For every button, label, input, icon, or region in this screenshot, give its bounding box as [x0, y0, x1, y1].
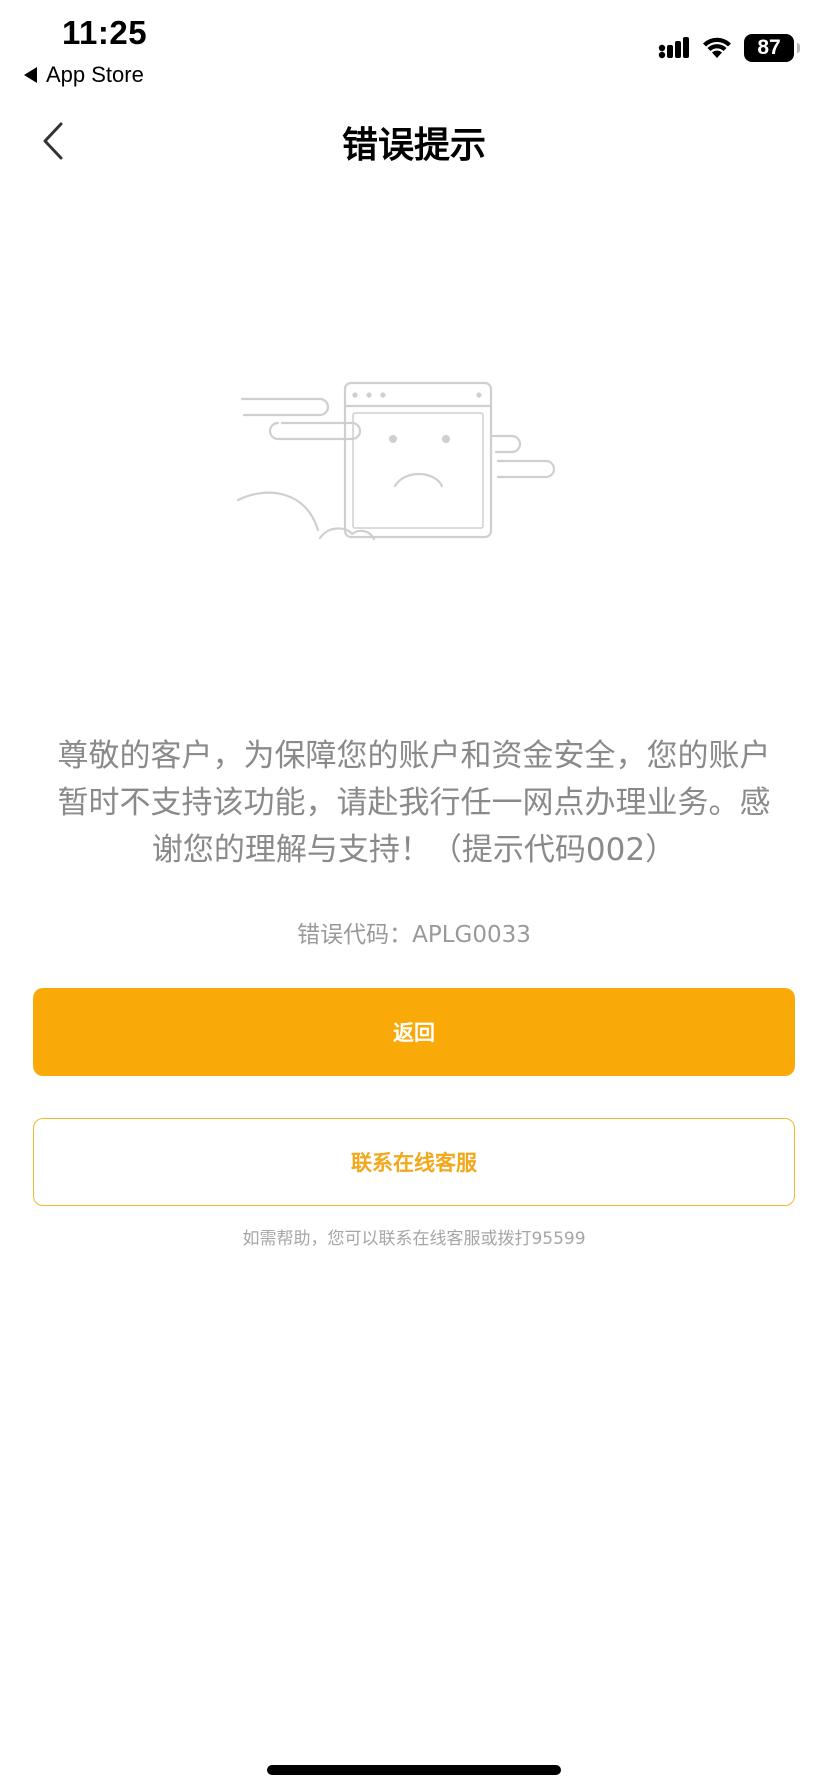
- status-bar: 11:25 App Store 87: [0, 0, 828, 96]
- home-indicator[interactable]: [267, 1765, 561, 1775]
- error-message-line: 尊敬的客户，为保障您的账户和资金安全，您的账户: [57, 738, 771, 774]
- battery-icon: 87: [744, 34, 800, 62]
- signal-icon: [658, 37, 689, 59]
- sad-browser-window-illustration: [236, 381, 556, 541]
- contact-support-button[interactable]: 联系在线客服: [33, 1118, 795, 1206]
- error-message: 尊敬的客户，为保障您的账户和资金安全，您的账户 暂时不支持该功能，请赴我行任一网…: [20, 733, 808, 874]
- page-title: 错误提示: [341, 125, 486, 166]
- error-code: 错误代码：APLG0033: [297, 922, 531, 948]
- wifi-icon: [703, 37, 731, 58]
- return-button[interactable]: 返回: [33, 988, 795, 1076]
- status-icons: 87: [658, 34, 800, 62]
- back-to-app-label: App Store: [46, 62, 144, 87]
- back-triangle-icon: [24, 67, 37, 83]
- error-message-line: 暂时不支持该功能，请赴我行任一网点办理业务。感: [57, 785, 771, 821]
- back-to-app-store[interactable]: App Store: [24, 62, 144, 88]
- status-time: 11:25: [62, 14, 148, 51]
- error-message-line: 谢您的理解与支持！（提示代码002）: [151, 832, 677, 868]
- error-screen: 11:25 App Store 87 错误提示 尊敬的客户，为保障您的账户和资金…: [0, 0, 828, 1792]
- help-text: 如需帮助，您可以联系在线客服或拨打95599: [242, 1229, 586, 1249]
- nav-bar: 错误提示: [0, 96, 828, 186]
